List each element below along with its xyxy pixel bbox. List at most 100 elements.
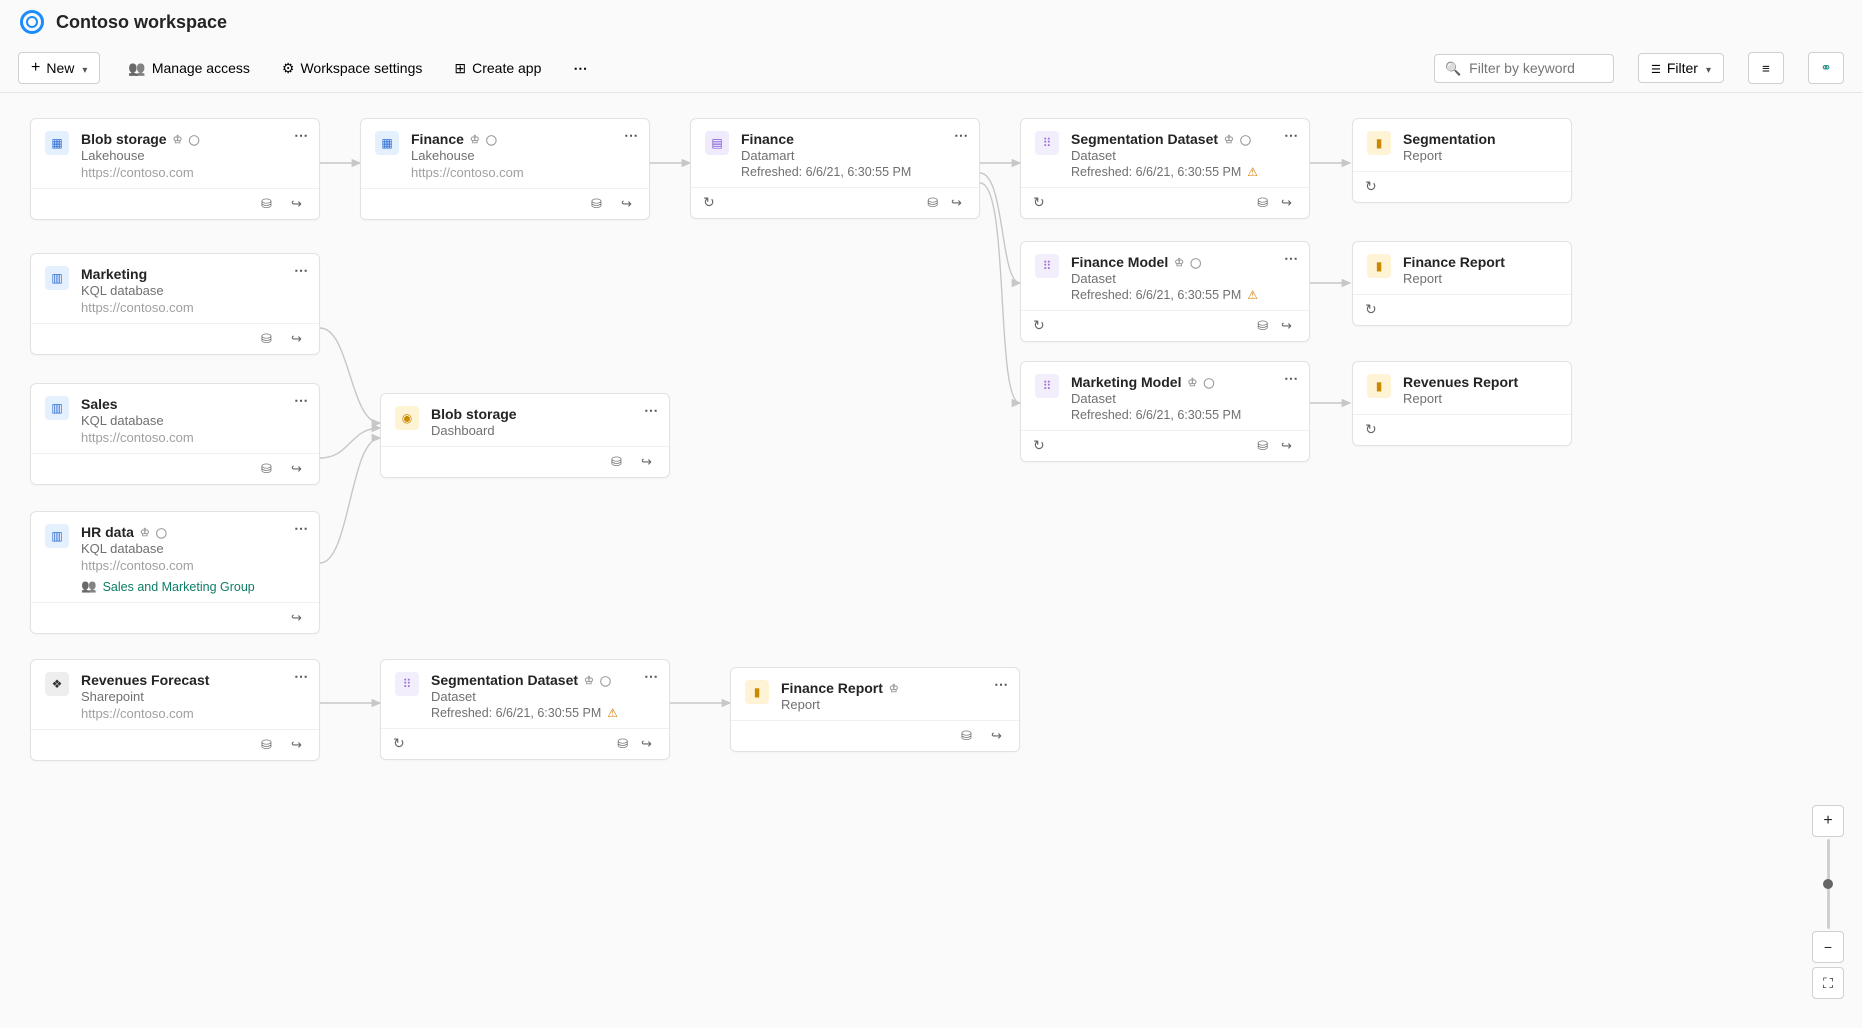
dataset-icon: ⠿ — [395, 672, 419, 696]
card-segmentation-dataset[interactable]: ⠿ Segmentation Dataset Dataset Refreshed… — [1020, 118, 1310, 219]
impact-icon[interactable] — [261, 736, 277, 752]
new-label: New — [46, 60, 74, 76]
card-finance-report[interactable]: ▮ Finance Report Report — [1352, 241, 1572, 326]
lineage-view-button[interactable] — [1808, 52, 1844, 84]
refresh-icon[interactable] — [1033, 437, 1049, 453]
card-title: Finance Report — [781, 680, 883, 696]
lineage-canvas[interactable]: ▦ Blob storage Lakehouse https://contoso… — [0, 93, 1862, 1019]
card-revenues-report[interactable]: ▮ Revenues Report Report — [1352, 361, 1572, 446]
zoom-slider[interactable] — [1827, 839, 1830, 929]
card-finance-model[interactable]: ⠿ Finance Model Dataset Refreshed: 6/6/2… — [1020, 241, 1310, 342]
app-icon — [454, 60, 466, 77]
workspace-settings-button[interactable]: Workspace settings — [278, 54, 426, 83]
card-more-button[interactable] — [294, 520, 309, 537]
create-app-button[interactable]: Create app — [450, 54, 545, 83]
card-finance-report-2[interactable]: ▮ Finance Report Report — [730, 667, 1020, 752]
refresh-icon[interactable] — [1033, 317, 1049, 333]
card-subtitle: KQL database — [81, 541, 305, 556]
card-subtitle: KQL database — [81, 283, 305, 298]
new-button[interactable]: New — [18, 52, 100, 84]
downstream-icon[interactable] — [291, 330, 307, 346]
downstream-icon[interactable] — [641, 453, 657, 469]
card-title: Sales — [81, 396, 118, 412]
card-marketing-model[interactable]: ⠿ Marketing Model Dataset Refreshed: 6/6… — [1020, 361, 1310, 462]
card-url: https://contoso.com — [81, 165, 305, 180]
filter-search[interactable] — [1434, 54, 1614, 83]
refresh-icon[interactable] — [1033, 194, 1049, 210]
impact-icon[interactable] — [1257, 437, 1273, 453]
refresh-icon[interactable] — [1365, 178, 1381, 194]
share-tag[interactable]: Sales and Marketing Group — [81, 579, 305, 594]
card-finance-lakehouse[interactable]: ▦ Finance Lakehouse https://contoso.com — [360, 118, 650, 220]
more-menu-button[interactable] — [569, 54, 591, 83]
card-revenues-forecast[interactable]: ❖ Revenues Forecast Sharepoint https://c… — [30, 659, 320, 761]
card-more-button[interactable] — [1284, 127, 1299, 144]
card-marketing[interactable]: ▥ Marketing KQL database https://contoso… — [30, 253, 320, 355]
card-title: Blob storage — [81, 131, 167, 147]
impact-icon[interactable] — [1257, 317, 1273, 333]
impact-icon[interactable] — [261, 195, 277, 211]
card-title: Segmentation — [1403, 131, 1496, 147]
refresh-icon[interactable] — [1365, 421, 1381, 437]
impact-icon[interactable] — [591, 195, 607, 211]
card-more-button[interactable] — [294, 262, 309, 279]
card-more-button[interactable] — [644, 402, 659, 419]
impact-icon[interactable] — [617, 735, 633, 751]
filter-input[interactable] — [1469, 60, 1603, 76]
filter-button[interactable]: Filter — [1638, 53, 1724, 83]
card-more-button[interactable] — [954, 127, 969, 144]
card-more-button[interactable] — [294, 392, 309, 409]
downstream-icon[interactable] — [291, 460, 307, 476]
card-more-button[interactable] — [1284, 250, 1299, 267]
card-finance-datamart[interactable]: ▤ Finance Datamart Refreshed: 6/6/21, 6:… — [690, 118, 980, 219]
refresh-icon[interactable] — [1365, 301, 1381, 317]
card-segmentation-dataset-2[interactable]: ⠿ Segmentation Dataset Dataset Refreshed… — [380, 659, 670, 760]
refresh-icon[interactable] — [393, 735, 409, 751]
card-subtitle: Lakehouse — [81, 148, 305, 163]
downstream-icon[interactable] — [621, 195, 637, 211]
card-title: Finance — [741, 131, 794, 147]
downstream-icon[interactable] — [641, 735, 657, 751]
downstream-icon[interactable] — [291, 195, 307, 211]
card-more-button[interactable] — [624, 127, 639, 144]
downstream-icon[interactable] — [1281, 194, 1297, 210]
impact-icon[interactable] — [261, 330, 277, 346]
fit-view-button[interactable] — [1812, 967, 1844, 999]
impact-icon[interactable] — [611, 453, 627, 469]
manage-access-button[interactable]: Manage access — [124, 54, 254, 83]
card-segmentation-report[interactable]: ▮ Segmentation Report — [1352, 118, 1572, 203]
zoom-thumb[interactable] — [1823, 879, 1833, 889]
impact-icon[interactable] — [927, 194, 943, 210]
card-more-button[interactable] — [994, 676, 1009, 693]
card-title: Revenues Report — [1403, 374, 1518, 390]
kql-icon: ▥ — [45, 524, 69, 548]
downstream-icon[interactable] — [1281, 437, 1297, 453]
downstream-icon[interactable] — [291, 736, 307, 752]
card-more-button[interactable] — [294, 127, 309, 144]
zoom-out-button[interactable] — [1812, 931, 1844, 963]
report-icon: ▮ — [1367, 374, 1391, 398]
downstream-icon[interactable] — [291, 609, 307, 625]
card-more-button[interactable] — [644, 668, 659, 685]
card-title: Finance Model — [1071, 254, 1168, 270]
list-view-button[interactable] — [1748, 52, 1784, 84]
downstream-icon[interactable] — [1281, 317, 1297, 333]
warning-icon — [1247, 288, 1258, 302]
downstream-icon[interactable] — [991, 727, 1007, 743]
card-url: https://contoso.com — [411, 165, 635, 180]
downstream-icon[interactable] — [951, 194, 967, 210]
people-icon — [128, 60, 145, 77]
card-subtitle: Dataset — [431, 689, 655, 704]
card-sales[interactable]: ▥ Sales KQL database https://contoso.com — [30, 383, 320, 485]
zoom-in-button[interactable] — [1812, 805, 1844, 837]
card-more-button[interactable] — [1284, 370, 1299, 387]
card-subtitle: Dashboard — [431, 423, 655, 438]
impact-icon[interactable] — [261, 460, 277, 476]
card-blob-storage[interactable]: ▦ Blob storage Lakehouse https://contoso… — [30, 118, 320, 220]
impact-icon[interactable] — [961, 727, 977, 743]
refresh-icon[interactable] — [703, 194, 719, 210]
card-blob-dashboard[interactable]: ◉ Blob storage Dashboard — [380, 393, 670, 478]
card-more-button[interactable] — [294, 668, 309, 685]
card-hr-data[interactable]: ▥ HR data KQL database https://contoso.c… — [30, 511, 320, 634]
impact-icon[interactable] — [1257, 194, 1273, 210]
